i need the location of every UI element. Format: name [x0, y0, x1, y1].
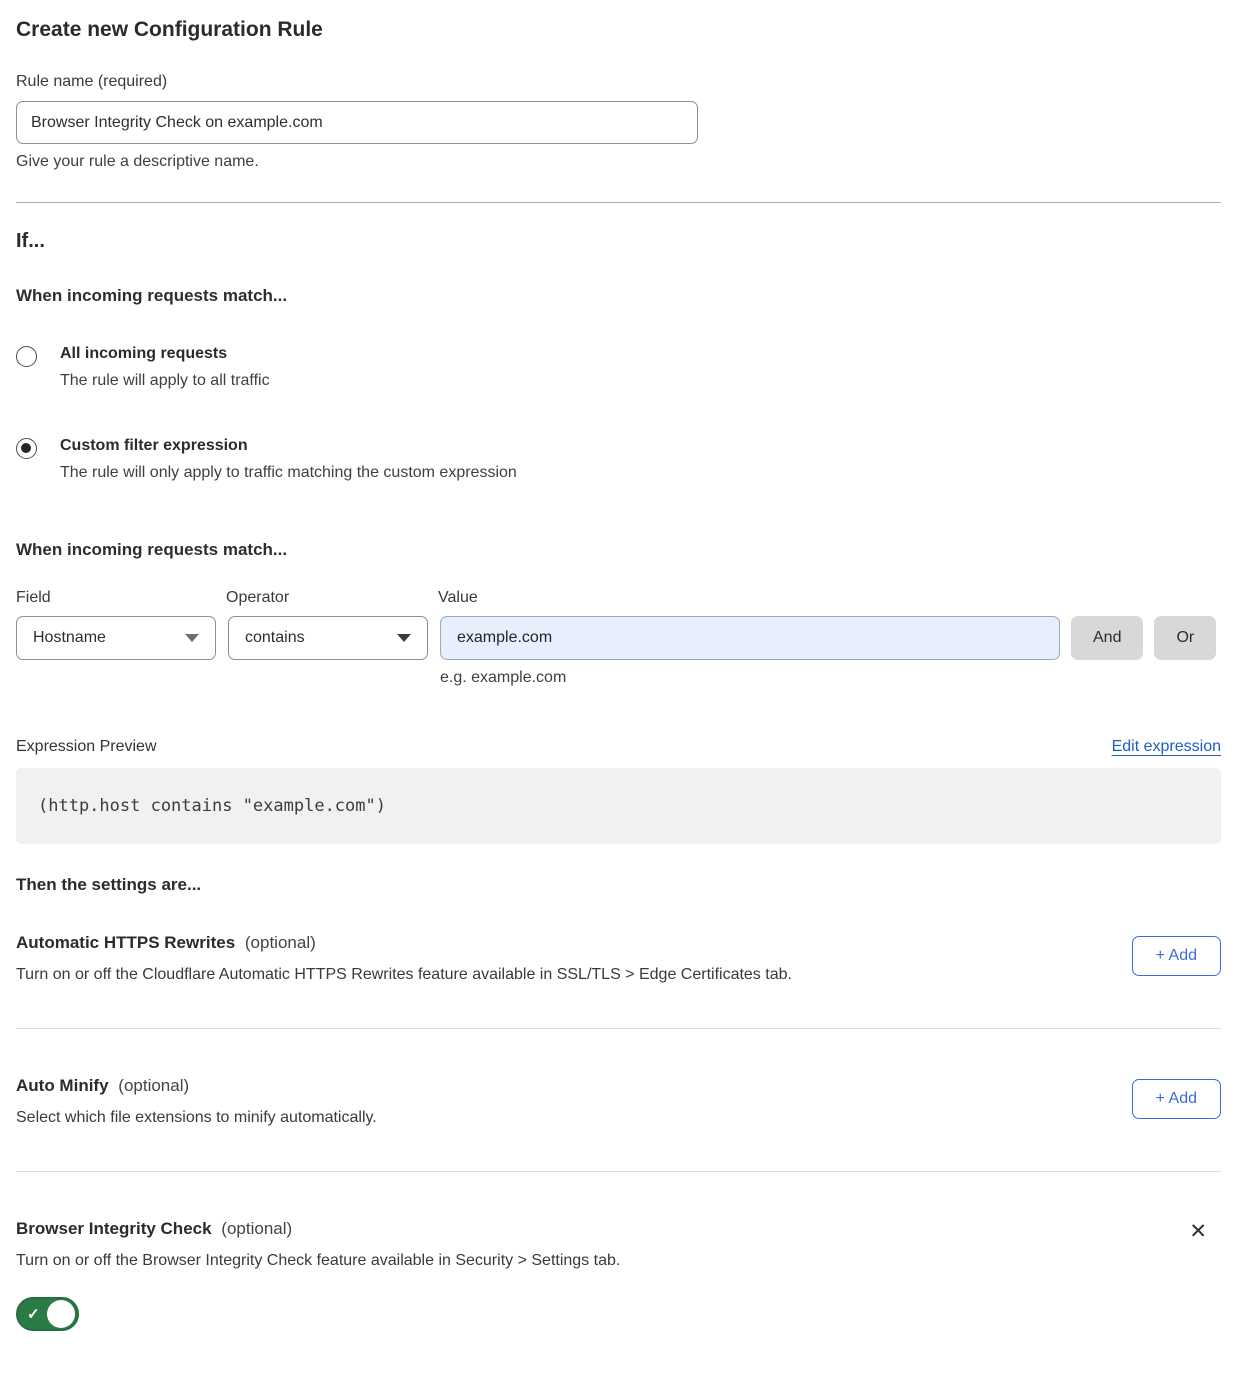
setting-title: Auto Minify [16, 1076, 109, 1095]
radio-option-custom-filter-expression[interactable]: Custom filter expression The rule will o… [16, 437, 1221, 482]
setting-card-auto-minify: Auto Minify (optional) Select which file… [16, 1076, 1221, 1171]
value-input[interactable] [440, 616, 1060, 660]
radio-button-icon[interactable] [16, 346, 37, 367]
browser-integrity-check-toggle[interactable]: ✓ [16, 1297, 79, 1331]
setting-description: Turn on or off the Browser Integrity Che… [16, 1252, 620, 1270]
setting-description: Select which file extensions to minify a… [16, 1109, 377, 1127]
expression-builder-labels: Field Operator Value [16, 589, 1221, 607]
setting-optional-tag: (optional) [118, 1076, 189, 1095]
section-divider [16, 202, 1221, 203]
setting-title: Automatic HTTPS Rewrites [16, 933, 235, 952]
rule-name-help: Give your rule a descriptive name. [16, 153, 1221, 171]
setting-description: Turn on or off the Cloudflare Automatic … [16, 966, 792, 984]
page-title: Create new Configuration Rule [16, 0, 1221, 42]
setting-card-texts: Automatic HTTPS Rewrites (optional) Turn… [16, 933, 792, 984]
expression-preview-code: (http.host contains "example.com") [16, 768, 1221, 844]
setting-card-texts: Browser Integrity Check (optional) Turn … [16, 1219, 620, 1331]
expression-preview-row: Expression Preview Edit expression [16, 738, 1221, 756]
radio-option-label: Custom filter expression [60, 437, 517, 455]
radio-option-description: The rule will only apply to traffic matc… [60, 464, 517, 482]
match-heading: When incoming requests match... [16, 286, 1221, 306]
setting-title: Browser Integrity Check [16, 1219, 212, 1238]
expression-code-text: (http.host contains "example.com") [38, 796, 386, 816]
toggle-knob[interactable] [47, 1300, 75, 1328]
rule-name-label: Rule name (required) [16, 73, 1221, 91]
chevron-down-icon [397, 634, 411, 642]
operator-select-value: contains [245, 629, 305, 647]
create-configuration-rule-form: Create new Configuration Rule Rule name … [0, 0, 1237, 1351]
setting-card-texts: Auto Minify (optional) Select which file… [16, 1076, 377, 1127]
if-heading: If... [16, 230, 1221, 253]
operator-label: Operator [226, 589, 438, 607]
expression-builder-row: Hostname contains And Or [16, 616, 1221, 660]
setting-card-automatic-https-rewrites: Automatic HTTPS Rewrites (optional) Turn… [16, 933, 1221, 1028]
edit-expression-link[interactable]: Edit expression [1112, 738, 1221, 756]
add-auto-minify-button[interactable]: + Add [1132, 1079, 1221, 1119]
or-button[interactable]: Or [1154, 616, 1216, 660]
chevron-down-icon [185, 634, 199, 642]
radio-option-all-incoming-requests[interactable]: All incoming requests The rule will appl… [16, 345, 1221, 390]
operator-select[interactable]: contains [228, 616, 428, 660]
section-divider [16, 1171, 1221, 1172]
value-label: Value [438, 589, 1221, 607]
expression-preview-label: Expression Preview [16, 738, 157, 756]
add-automatic-https-rewrites-button[interactable]: + Add [1132, 936, 1221, 976]
settings-heading: Then the settings are... [16, 875, 1221, 895]
radio-option-label: All incoming requests [60, 345, 270, 363]
rule-name-input[interactable] [16, 101, 698, 144]
close-icon[interactable]: ✕ [1183, 1219, 1213, 1244]
setting-optional-tag: (optional) [221, 1219, 292, 1238]
section-divider [16, 1028, 1221, 1029]
setting-optional-tag: (optional) [245, 933, 316, 952]
check-icon: ✓ [27, 1305, 40, 1323]
field-select[interactable]: Hostname [16, 616, 216, 660]
and-button[interactable]: And [1071, 616, 1143, 660]
field-label: Field [16, 589, 226, 607]
value-hint: e.g. example.com [440, 669, 1221, 687]
setting-card-browser-integrity-check: Browser Integrity Check (optional) Turn … [16, 1219, 1221, 1331]
radio-option-description: The rule will apply to all traffic [60, 372, 270, 390]
field-select-value: Hostname [33, 629, 106, 647]
expression-builder-heading: When incoming requests match... [16, 540, 1221, 560]
radio-button-selected-icon[interactable] [16, 438, 37, 459]
